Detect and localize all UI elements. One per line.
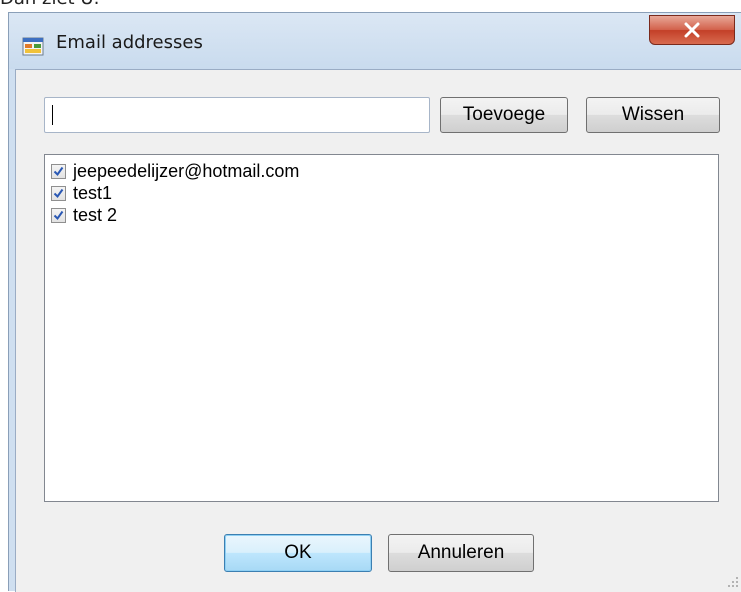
clear-button[interactable]: Wissen — [586, 97, 720, 133]
checkmark-icon — [53, 210, 64, 220]
text-caret — [52, 105, 53, 125]
window-title: Email addresses — [56, 32, 203, 53]
email-checked-list[interactable]: jeepeedelijzer@hotmail.com test1 test 2 — [44, 154, 719, 502]
list-item-label: test1 — [73, 182, 113, 203]
email-input[interactable] — [44, 97, 430, 133]
page-caption: Dan ziet U: — [0, 0, 100, 9]
email-addresses-dialog: Email addresses Toevoege Wissen jeepeede… — [8, 12, 741, 592]
checkbox-checked[interactable] — [51, 163, 66, 179]
checkmark-icon — [53, 166, 64, 176]
checkmark-icon — [53, 188, 64, 198]
resize-grip-icon[interactable] — [727, 576, 739, 588]
checkbox-checked[interactable] — [51, 207, 66, 223]
cancel-button[interactable]: Annuleren — [388, 534, 534, 572]
form-app-icon — [22, 37, 44, 56]
list-item-label: jeepeedelijzer@hotmail.com — [73, 160, 300, 181]
close-button[interactable] — [649, 15, 735, 45]
ok-button[interactable]: OK — [224, 534, 372, 572]
add-button[interactable]: Toevoege — [440, 97, 568, 133]
close-x-icon — [684, 22, 700, 38]
list-item-email-3[interactable]: test 2 — [51, 204, 117, 226]
list-item-email-1[interactable]: jeepeedelijzer@hotmail.com — [51, 160, 299, 182]
dialog-client-area: Toevoege Wissen jeepeedelijzer@hotmail.c… — [15, 69, 741, 592]
list-item-email-2[interactable]: test1 — [51, 182, 112, 204]
checkbox-checked[interactable] — [51, 185, 66, 201]
title-bar[interactable]: Email addresses — [9, 13, 741, 69]
list-item-label: test 2 — [73, 204, 118, 225]
